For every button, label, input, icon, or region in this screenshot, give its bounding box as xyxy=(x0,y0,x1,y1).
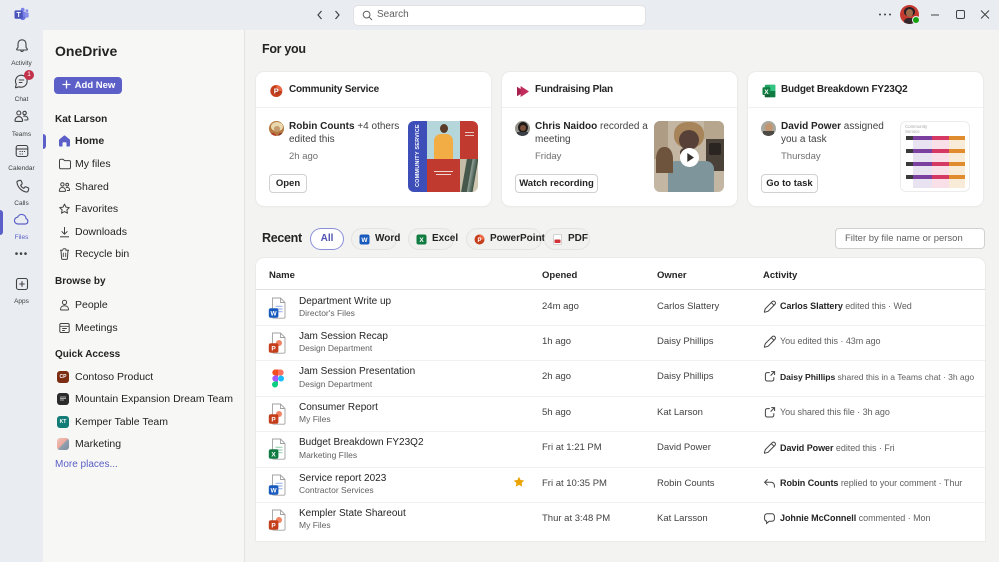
svg-text:P: P xyxy=(477,238,481,244)
svg-text:X: X xyxy=(419,237,424,244)
svg-text:W: W xyxy=(361,237,368,244)
svg-text:X: X xyxy=(764,89,769,96)
svg-text:T: T xyxy=(16,12,21,19)
svg-text:P: P xyxy=(274,87,279,96)
